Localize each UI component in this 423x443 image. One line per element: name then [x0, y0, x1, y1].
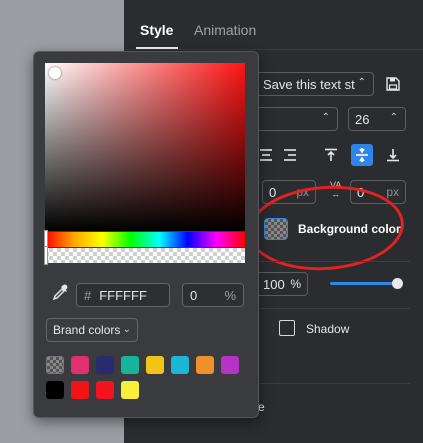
color-picker-popover: # FFFFFF 0 % Brand colors ⌄	[33, 51, 259, 418]
tabs-divider	[124, 49, 423, 50]
alpha-unit: %	[224, 287, 236, 303]
valign-middle-icon	[356, 148, 368, 162]
color-swatch[interactable]	[46, 356, 64, 374]
chevron-updown-icon: ⌃	[389, 112, 398, 123]
chevron-updown-icon: ⌃	[357, 77, 366, 88]
font-size-value: 26	[355, 111, 370, 127]
save-icon	[386, 77, 400, 91]
eyedropper-button[interactable]	[51, 284, 69, 302]
valign-top-icon	[325, 148, 337, 161]
shadow-label: Shadow	[306, 322, 350, 336]
section-divider	[250, 261, 410, 262]
text-style-value: Save this text st	[263, 76, 355, 92]
color-swatch[interactable]	[171, 356, 189, 374]
alpha-slider[interactable]	[44, 246, 245, 265]
saturation-value-area[interactable]	[45, 63, 245, 231]
alpha-input[interactable]: 0 %	[182, 283, 244, 307]
font-size-select[interactable]: 26 ⌃	[348, 107, 406, 131]
alpha-slider-thumb[interactable]	[44, 246, 48, 265]
color-swatch[interactable]	[121, 356, 139, 374]
opacity-input[interactable]: 100 %	[256, 272, 308, 296]
align-right-icon	[284, 149, 296, 161]
chevron-updown-icon: ⌃	[321, 112, 330, 123]
opacity-slider[interactable]	[330, 278, 404, 289]
color-swatch[interactable]	[146, 356, 164, 374]
text-style-select[interactable]: Save this text st ⌃	[256, 72, 374, 96]
tab-animation[interactable]: Animation	[194, 22, 256, 38]
color-swatch[interactable]	[96, 356, 114, 374]
brand-colors-select[interactable]: Brand colors ⌄	[46, 318, 138, 342]
hex-value: FFFFFF	[99, 287, 147, 303]
eyedropper-icon	[52, 284, 68, 301]
alpha-value: 0	[190, 287, 198, 303]
save-style-button[interactable]	[382, 73, 404, 95]
color-handle[interactable]	[49, 67, 61, 79]
color-swatch[interactable]	[221, 356, 239, 374]
tab-style[interactable]: Style	[140, 22, 173, 38]
hex-prefix: #	[84, 287, 92, 303]
color-swatch[interactable]	[196, 356, 214, 374]
line-spacing-unit: px	[386, 185, 399, 199]
hue-slider[interactable]	[44, 230, 245, 249]
section-divider	[250, 383, 410, 384]
color-swatch[interactable]	[46, 381, 64, 399]
shadow-checkbox[interactable]	[279, 320, 295, 336]
opacity-value: 100	[263, 276, 285, 292]
font-family-select[interactable]: ⌃	[250, 107, 338, 131]
opacity-unit: %	[290, 277, 301, 291]
color-swatch[interactable]	[71, 356, 89, 374]
align-right-button[interactable]	[279, 144, 301, 166]
valign-middle-button[interactable]	[351, 144, 373, 166]
brand-colors-label: Brand colors	[53, 323, 121, 337]
valign-bottom-icon	[387, 149, 399, 162]
align-center-icon	[260, 149, 272, 161]
valign-bottom-button[interactable]	[382, 144, 404, 166]
hex-input[interactable]: # FFFFFF	[76, 283, 170, 307]
partial-label: e	[258, 400, 265, 414]
valign-top-button[interactable]	[320, 144, 342, 166]
opacity-slider-fill	[330, 282, 399, 285]
color-swatch[interactable]	[121, 381, 139, 399]
section-divider	[250, 308, 410, 309]
color-swatch[interactable]	[71, 381, 89, 399]
color-swatch[interactable]	[96, 381, 114, 399]
chevron-down-icon: ⌄	[122, 324, 131, 335]
